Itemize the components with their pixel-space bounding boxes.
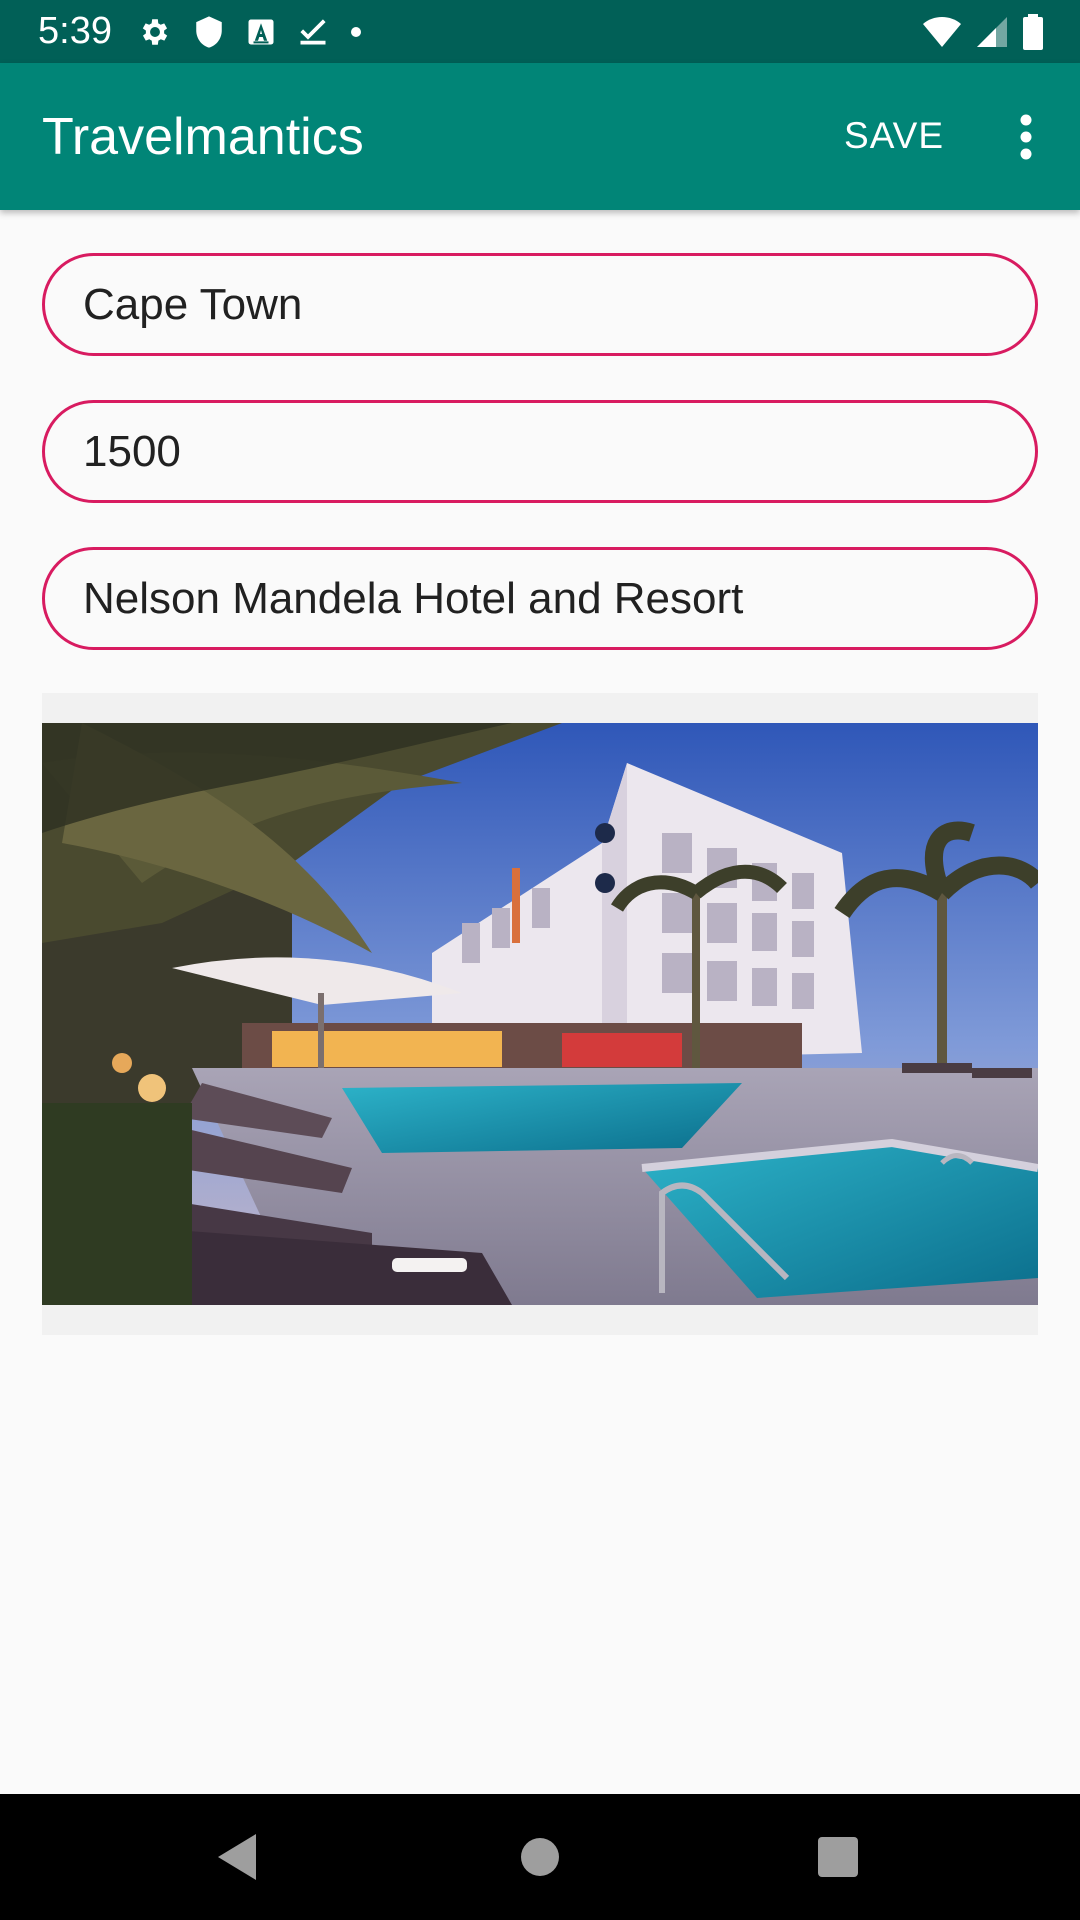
save-button[interactable]: SAVE bbox=[844, 113, 944, 159]
price-field[interactable] bbox=[42, 400, 1038, 503]
hotel-resort-image[interactable] bbox=[42, 723, 1038, 1305]
shield-icon bbox=[194, 15, 224, 49]
description-field[interactable] bbox=[42, 547, 1038, 650]
status-icons-right bbox=[922, 14, 1044, 50]
screen: 5:39 Travelmantics SAVE Cape Town 1500 N… bbox=[0, 0, 1080, 1920]
wifi-icon bbox=[922, 16, 962, 48]
notification-dot-icon bbox=[350, 26, 362, 38]
status-time: 5:39 bbox=[38, 10, 112, 52]
more-vert-icon[interactable] bbox=[1006, 107, 1046, 167]
app-title: Travelmantics bbox=[42, 108, 364, 166]
navigation-bar bbox=[0, 1794, 1080, 1920]
status-icons-left bbox=[138, 14, 362, 50]
battery-icon bbox=[1022, 14, 1044, 50]
app-bar: Travelmantics SAVE bbox=[0, 63, 1080, 210]
title-field[interactable] bbox=[42, 253, 1038, 356]
settings-icon bbox=[138, 15, 172, 49]
recents-icon[interactable] bbox=[803, 1822, 873, 1892]
back-icon[interactable] bbox=[204, 1822, 274, 1892]
keyboard-a-icon bbox=[246, 17, 276, 47]
home-icon[interactable] bbox=[505, 1822, 575, 1892]
download-done-icon bbox=[298, 17, 328, 47]
status-bar: 5:39 bbox=[0, 0, 1080, 63]
cellular-signal-icon bbox=[976, 16, 1008, 48]
